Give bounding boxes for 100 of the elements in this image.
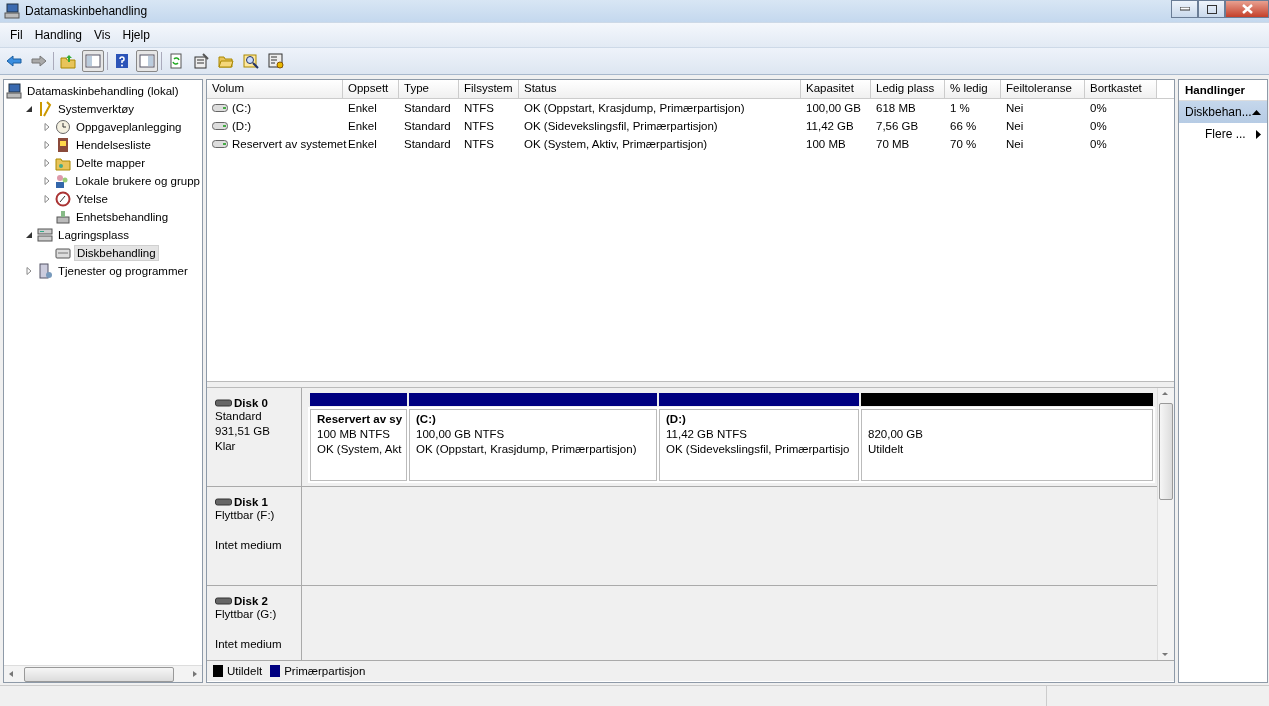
pane-toggle-button[interactable] xyxy=(82,50,104,72)
collapse-arrow-icon[interactable] xyxy=(25,231,33,239)
pane-toggle-button[interactable] xyxy=(136,50,158,72)
close-button[interactable] xyxy=(1225,0,1269,18)
column-header[interactable]: Type xyxy=(399,80,459,98)
tree-item[interactable]: Lokale brukere og grupp xyxy=(73,174,202,188)
disk-drive-icon xyxy=(55,245,71,261)
tree-item[interactable]: Hendelsesliste xyxy=(74,138,153,152)
menu-item[interactable]: Hjelp xyxy=(116,26,156,44)
table-cell: 618 MB xyxy=(876,102,916,114)
partition-block[interactable]: (D:) 11,42 GB NTFS OK (Sidevekslingsfil, Primærpartisjo xyxy=(659,409,859,481)
search-icon[interactable] xyxy=(243,53,259,69)
disk-type: Flyttbar (G:) xyxy=(215,607,278,622)
table-cell: Reservert av systemet xyxy=(232,138,347,150)
log-book-icon xyxy=(55,137,71,153)
table-cell: NTFS xyxy=(464,120,495,132)
computer-icon xyxy=(6,83,22,99)
table-cell: (C:) xyxy=(232,102,252,114)
drive-icon xyxy=(212,140,228,148)
table-cell: NTFS xyxy=(464,138,495,150)
table-cell: 11,42 GB xyxy=(806,120,854,132)
table-cell: 1 % xyxy=(950,102,970,114)
disk-type: Flyttbar (F:) xyxy=(215,508,276,523)
maximize-icon xyxy=(1206,4,1217,14)
partition-block[interactable]: 820,00 GB Utildelt xyxy=(861,409,1153,481)
expand-arrow-icon[interactable] xyxy=(43,123,51,131)
table-cell: 0% xyxy=(1090,138,1107,150)
tree-item[interactable]: Oppgaveplanlegging xyxy=(74,120,184,134)
minimize-button[interactable] xyxy=(1171,0,1198,18)
expand-arrow-icon[interactable] xyxy=(43,195,51,203)
drive-icon xyxy=(212,122,228,130)
partition-block[interactable]: Reservert av sy 100 MB NTFS OK (System, Akt xyxy=(310,409,407,481)
disk-status: Intet medium xyxy=(215,538,283,553)
tree-item[interactable]: Tjenester og programmer xyxy=(56,264,190,278)
legend-label: Primærpartisjon xyxy=(284,665,366,677)
refresh-icon[interactable] xyxy=(168,53,184,69)
tree-item[interactable]: Ytelse xyxy=(74,192,110,206)
legend-label: Utildelt xyxy=(227,665,263,677)
table-cell: NTFS xyxy=(464,102,495,114)
table-cell: 66 % xyxy=(950,120,977,132)
clock-icon xyxy=(55,119,71,135)
shared-folder-icon xyxy=(55,155,71,171)
pane-toggle-icon xyxy=(139,53,155,69)
partition-block[interactable]: (C:) 100,00 GB NTFS OK (Oppstart, Krasjdump, Primærpartisjon) xyxy=(409,409,657,481)
column-header[interactable]: Status xyxy=(519,80,801,98)
expand-arrow-icon[interactable] xyxy=(43,159,51,167)
menu-item[interactable]: Handling xyxy=(28,26,89,44)
table-cell: (D:) xyxy=(232,120,252,132)
back-arrow-icon[interactable] xyxy=(6,53,22,69)
table-cell: Standard xyxy=(404,120,451,132)
column-header[interactable]: Filsystem xyxy=(459,80,519,98)
vertical-scrollbar[interactable] xyxy=(1157,388,1174,660)
actions-section[interactable]: Diskbehan... xyxy=(1179,101,1267,123)
forward-arrow-icon[interactable] xyxy=(31,53,47,69)
collapse-arrow-icon[interactable] xyxy=(25,105,33,113)
table-cell: Enkel xyxy=(348,138,377,150)
help-icon[interactable] xyxy=(114,53,130,69)
table-cell: 100,00 GB xyxy=(806,102,861,114)
pane-toggle-icon xyxy=(85,53,101,69)
table-cell: 70 MB xyxy=(876,138,910,150)
disk-type: Standard xyxy=(215,409,263,424)
tree-item[interactable]: Delte mapper xyxy=(74,156,148,170)
expand-arrow-icon[interactable] xyxy=(25,267,33,275)
column-header[interactable]: Volum xyxy=(207,80,343,98)
table-cell: 70 % xyxy=(950,138,977,150)
expand-arrow-icon[interactable] xyxy=(42,177,51,185)
table-cell: OK (Sidevekslingsfil, Primærpartisjon) xyxy=(524,120,718,132)
column-header[interactable]: % ledig xyxy=(945,80,1001,98)
minimize-icon xyxy=(1179,7,1190,11)
column-header[interactable]: Feiltoleranse xyxy=(1001,80,1085,98)
disk-size: 931,51 GB xyxy=(215,424,271,439)
tree-item[interactable]: Systemverktøy xyxy=(56,102,137,116)
column-header[interactable]: Bortkastet xyxy=(1085,80,1157,98)
properties-icon[interactable] xyxy=(193,53,209,69)
tree-item[interactable]: Datamaskinbehandling (lokal) xyxy=(25,84,181,98)
column-header[interactable]: Kapasitet xyxy=(801,80,871,98)
open-folder-icon[interactable] xyxy=(218,53,234,69)
table-cell: 0% xyxy=(1090,102,1107,114)
folder-up-icon[interactable] xyxy=(60,53,76,69)
table-cell: Nei xyxy=(1006,120,1024,132)
tree-item[interactable]: Lagringsplass xyxy=(56,228,131,242)
menu-item[interactable]: Fil xyxy=(4,26,29,44)
disk-name: Disk 2 xyxy=(234,595,268,607)
horizontal-scrollbar[interactable] xyxy=(4,665,202,682)
tree-item[interactable]: Diskbehandling xyxy=(74,245,159,261)
table-cell: 0% xyxy=(1090,120,1107,132)
tree-item[interactable]: Enhetsbehandling xyxy=(74,210,171,224)
table-cell: Enkel xyxy=(348,120,377,132)
column-header[interactable]: Oppsett xyxy=(343,80,399,98)
table-cell: 100 MB xyxy=(806,138,846,150)
disk-status: Klar xyxy=(215,439,237,454)
maximize-button[interactable] xyxy=(1198,0,1225,18)
disk-status: Intet medium xyxy=(215,637,283,652)
menu-item[interactable]: Vis xyxy=(88,26,117,44)
column-header[interactable]: Ledig plass xyxy=(871,80,945,98)
expand-arrow-icon[interactable] xyxy=(43,141,51,149)
action-item[interactable]: Flere ... xyxy=(1179,123,1267,145)
table-cell: Nei xyxy=(1006,102,1024,114)
table-cell: Standard xyxy=(404,138,451,150)
disk-name: Disk 1 xyxy=(234,496,268,508)
